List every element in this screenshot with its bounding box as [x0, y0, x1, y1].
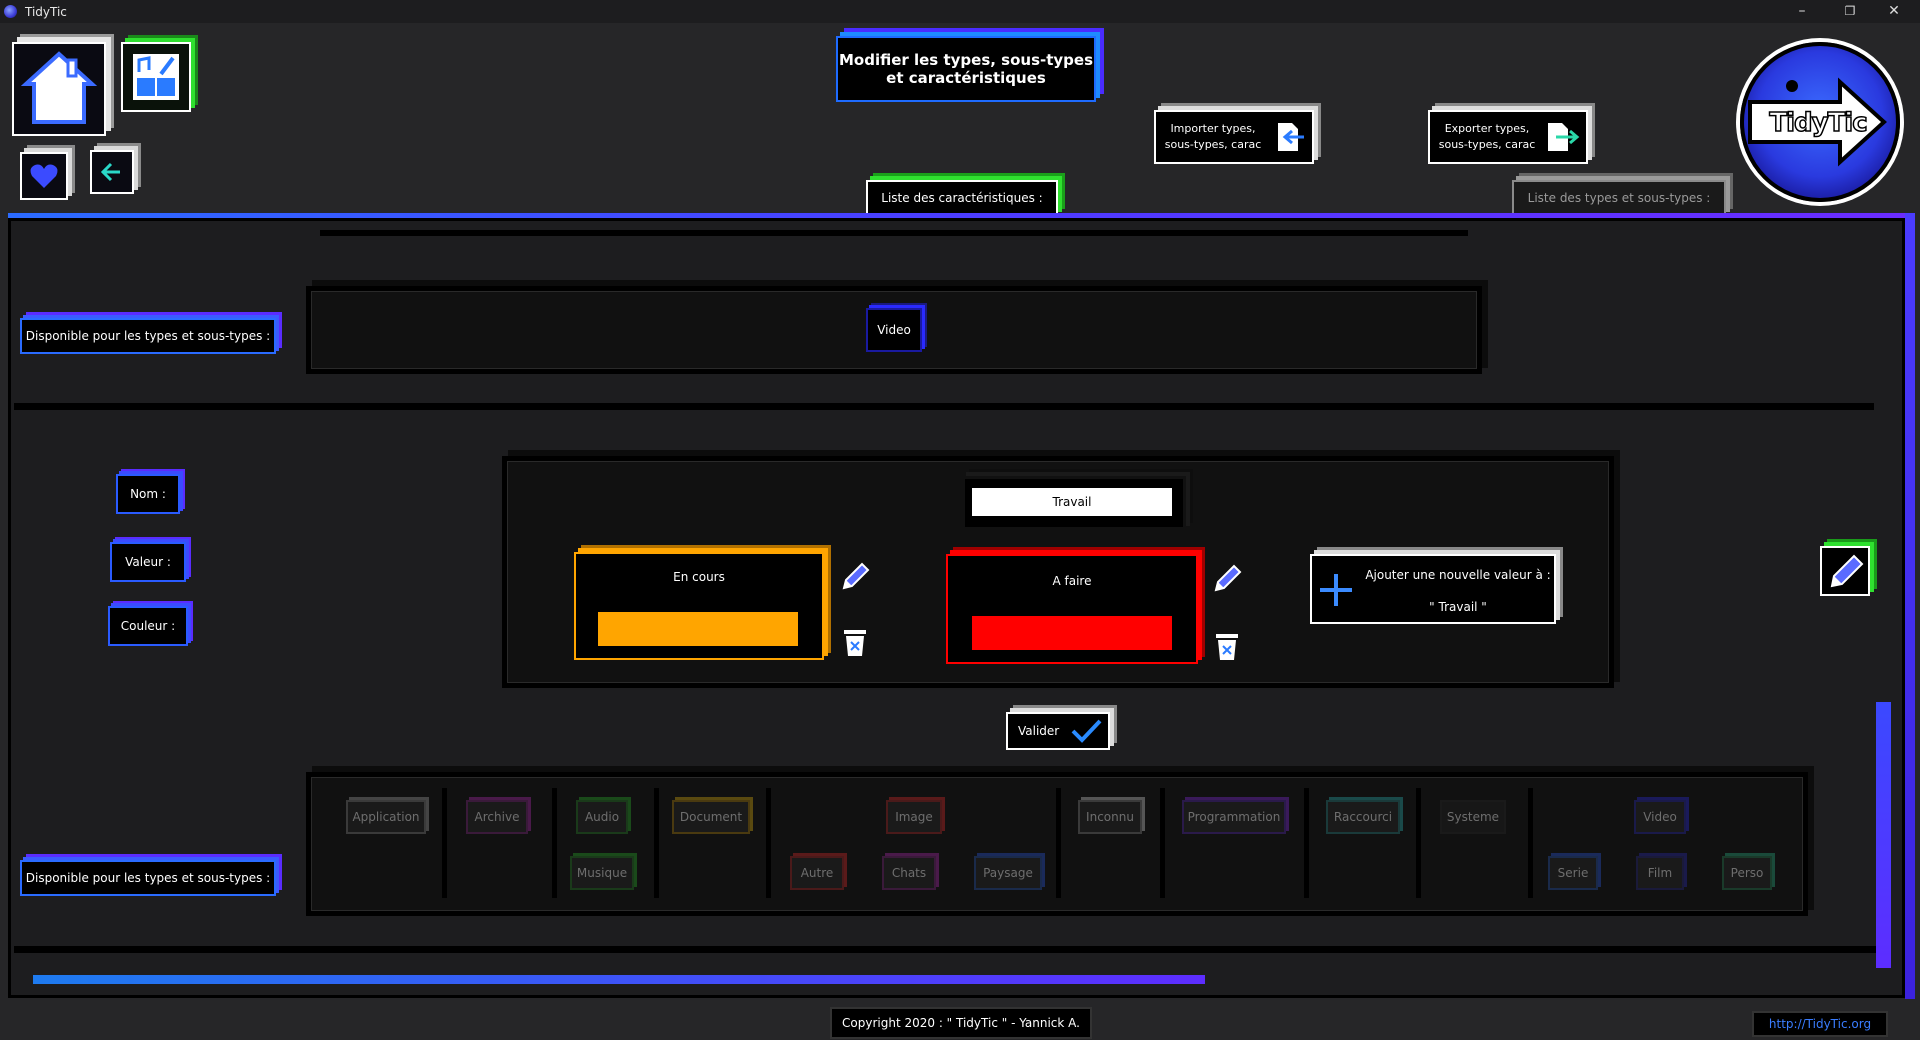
import-button[interactable]: Importer types, sous-types, carac	[1154, 110, 1314, 164]
type-chip-raccourci[interactable]: Raccourci	[1326, 800, 1400, 834]
value-label-a-faire: A faire	[1052, 574, 1092, 588]
type-column-separator	[1160, 788, 1165, 898]
type-column-separator	[1416, 788, 1421, 898]
section-divider-bottom	[14, 946, 1876, 953]
type-chip-serie[interactable]: Serie	[1548, 856, 1598, 890]
type-chip-musique[interactable]: Musique	[570, 856, 634, 890]
validate-label: Valider	[1018, 724, 1060, 738]
tab-types[interactable]: Liste des types et sous-types :	[1512, 180, 1726, 216]
app-icon	[4, 5, 17, 18]
edit-value-en-cours-button[interactable]	[838, 560, 872, 594]
import-label-line2: sous-types, carac	[1164, 138, 1262, 151]
favorites-button[interactable]	[20, 152, 68, 200]
delete-value-a-faire-button[interactable]	[1212, 628, 1242, 662]
value-card-en-cours[interactable]: En cours	[574, 552, 824, 660]
type-chip-video[interactable]: Video	[1634, 800, 1686, 834]
delete-value-en-cours-button[interactable]	[840, 624, 870, 658]
add-value-line2: " Travail "	[1429, 600, 1487, 614]
media-icon	[133, 54, 179, 100]
type-column-separator	[1304, 788, 1309, 898]
available-label-bottom: Disponible pour les types et sous-types …	[20, 860, 276, 896]
type-column-separator	[654, 788, 659, 898]
footer-website-link[interactable]: http://TidyTic.org	[1752, 1011, 1888, 1037]
nom-label: Nom :	[116, 474, 180, 514]
page-title-line2: et caractéristiques	[886, 69, 1046, 87]
type-chip-audio[interactable]: Audio	[576, 800, 628, 834]
pencil-icon	[1214, 564, 1242, 592]
type-column-separator	[442, 788, 447, 898]
import-label-line1: Importer types,	[1170, 122, 1256, 135]
add-value-button[interactable]: Ajouter une nouvelle valeur à : " Travai…	[1310, 554, 1556, 624]
window-title: TidyTic	[25, 4, 67, 19]
type-chip-film[interactable]: Film	[1636, 856, 1684, 890]
type-chip-perso[interactable]: Perso	[1722, 856, 1772, 890]
pencil-icon	[842, 562, 870, 590]
trash-icon	[844, 630, 866, 656]
couleur-label: Couleur :	[108, 606, 188, 646]
edit-value-a-faire-button[interactable]	[1210, 562, 1244, 596]
back-arrow-icon	[100, 162, 120, 182]
minimize-button[interactable]: –	[1780, 0, 1824, 23]
value-card-a-faire[interactable]: A faire	[946, 554, 1198, 664]
import-icon	[1278, 123, 1304, 151]
trash-icon	[1216, 634, 1238, 660]
panel-right-border	[1905, 213, 1915, 999]
available-label-top: Disponible pour les types et sous-types …	[20, 318, 276, 354]
horizontal-scrollbar[interactable]	[33, 975, 1205, 984]
type-chip-archive[interactable]: Archive	[466, 800, 528, 834]
page-title-line1: Modifier les types, sous-types	[838, 51, 1094, 69]
type-chip-programmation[interactable]: Programmation	[1182, 800, 1286, 834]
export-label-line1: Exporter types,	[1444, 122, 1530, 135]
color-swatch-a-faire[interactable]	[972, 616, 1172, 650]
home-icon	[20, 51, 98, 124]
type-chip-video-selected[interactable]: Video	[866, 308, 922, 352]
add-value-line1: Ajouter une nouvelle valeur à :	[1365, 568, 1551, 582]
restore-button[interactable]: ❐	[1828, 0, 1872, 23]
export-icon	[1548, 123, 1580, 151]
close-button[interactable]: ✕	[1872, 0, 1916, 23]
type-chip-chats[interactable]: Chats	[882, 856, 936, 890]
export-button[interactable]: Exporter types, sous-types, carac	[1428, 110, 1588, 164]
type-column-separator	[766, 788, 771, 898]
heart-icon	[30, 164, 58, 188]
type-chip-application[interactable]: Application	[346, 800, 426, 834]
media-types-button[interactable]	[121, 42, 191, 112]
tab-caracteristiques[interactable]: Liste des caractéristiques :	[866, 180, 1058, 216]
color-swatch-en-cours[interactable]	[598, 612, 798, 646]
value-label-en-cours: En cours	[673, 570, 725, 584]
footer-copyright: Copyright 2020 : " TidyTic " - Yannick A…	[830, 1007, 1092, 1039]
type-chip-document[interactable]: Document	[672, 800, 750, 834]
vertical-scrollbar[interactable]	[1876, 702, 1891, 968]
name-input[interactable]: Travail	[972, 488, 1172, 516]
checkmark-icon	[1071, 719, 1102, 743]
section-divider-middle	[14, 403, 1874, 410]
section-divider-top	[320, 230, 1468, 236]
tidytic-logo: TidyTic	[1740, 42, 1900, 202]
page-title: Modifier les types, sous-types et caract…	[836, 36, 1096, 102]
type-column-separator	[1528, 788, 1533, 898]
type-chip-paysage[interactable]: Paysage	[974, 856, 1042, 890]
type-chip-systeme[interactable]: Systeme	[1440, 800, 1506, 834]
type-chip-autre[interactable]: Autre	[790, 856, 844, 890]
type-chip-image[interactable]: Image	[886, 800, 942, 834]
back-button[interactable]	[90, 150, 134, 194]
plus-icon	[1320, 574, 1352, 606]
window-titlebar: TidyTic – ❐ ✕	[0, 0, 1920, 23]
type-column-separator	[552, 788, 557, 898]
type-chip-inconnu[interactable]: Inconnu	[1078, 800, 1142, 834]
validate-button[interactable]: Valider	[1006, 712, 1110, 750]
home-button[interactable]	[12, 42, 106, 136]
edit-caracteristique-button[interactable]	[1820, 546, 1870, 596]
export-label-line2: sous-types, carac	[1438, 138, 1536, 151]
pencil-icon	[1830, 554, 1864, 588]
logo-text: TidyTic	[1769, 107, 1869, 139]
valeur-label: Valeur :	[110, 542, 186, 582]
type-column-separator	[1056, 788, 1061, 898]
